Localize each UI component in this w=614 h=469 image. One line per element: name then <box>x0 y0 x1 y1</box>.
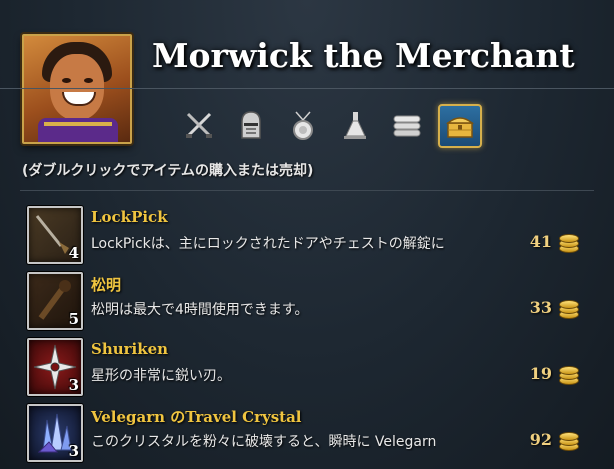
item-price: 33 <box>529 298 552 317</box>
tab-armor[interactable] <box>230 104 272 146</box>
tab-misc[interactable] <box>438 104 482 148</box>
list-divider <box>20 190 594 191</box>
item-name: 松明 <box>91 276 122 294</box>
category-tabs <box>178 104 482 150</box>
amulet-icon <box>293 111 313 140</box>
gold-coin-icon <box>559 230 579 253</box>
item-description: このクリスタルを粉々に破壊すると、瞬時に Velegarn <box>91 434 437 450</box>
merchant-name: Morwick the Merchant <box>152 36 575 75</box>
potion-flask-icon <box>344 112 366 139</box>
gold-coin-icon <box>559 296 579 319</box>
crossed-swords-icon <box>186 112 212 138</box>
knight-helmet-icon <box>241 111 261 139</box>
item-slot[interactable]: 3 <box>27 338 83 396</box>
item-description: 星形の非常に鋭い刃。 <box>91 368 231 384</box>
item-quantity: 5 <box>68 310 79 328</box>
tab-jewelry[interactable] <box>282 104 324 146</box>
item-slot[interactable]: 3 <box>27 404 83 462</box>
item-description: 松明は最大で4時間使用できます。 <box>91 302 309 318</box>
purchase-hint: (ダブルクリックでアイテムの購入または売却) <box>22 163 314 179</box>
tab-potions[interactable] <box>334 104 376 146</box>
list-item[interactable]: 3 Shuriken 星形の非常に鋭い刃。 19 <box>0 334 614 396</box>
gold-coin-icon <box>559 428 579 451</box>
merchant-window: Morwick the Merchant (ダブルクリックでアイテムの購入または… <box>0 0 614 469</box>
item-quantity: 3 <box>68 442 79 460</box>
item-price: 92 <box>529 430 552 449</box>
item-quantity: 3 <box>68 376 79 394</box>
gold-coin-icon <box>559 362 579 385</box>
list-item[interactable]: 4 LockPick LockPickは、主にロックされたドアやチェストの解錠に… <box>0 202 614 264</box>
tab-scrolls[interactable] <box>386 104 428 146</box>
item-slot[interactable]: 5 <box>27 272 83 330</box>
item-slot[interactable]: 4 <box>27 206 83 264</box>
scroll-bundle-icon <box>393 115 421 137</box>
merchant-portrait <box>22 34 132 144</box>
item-description: LockPickは、主にロックされたドアやチェストの解錠に <box>91 236 445 252</box>
item-name: LockPick <box>91 208 168 226</box>
item-name: Velegarn のTravel Crystal <box>91 408 302 426</box>
list-item[interactable]: 5 松明 松明は最大で4時間使用できます。 33 <box>0 268 614 330</box>
item-price: 19 <box>529 364 552 383</box>
item-name: Shuriken <box>91 340 169 358</box>
tab-weapons[interactable] <box>178 104 220 146</box>
item-quantity: 4 <box>68 244 79 262</box>
item-price: 41 <box>529 232 552 251</box>
list-item[interactable]: 3 Velegarn のTravel Crystal このクリスタルを粉々に破壊… <box>0 400 614 462</box>
header-divider <box>0 88 614 89</box>
treasure-chest-icon <box>445 117 475 138</box>
